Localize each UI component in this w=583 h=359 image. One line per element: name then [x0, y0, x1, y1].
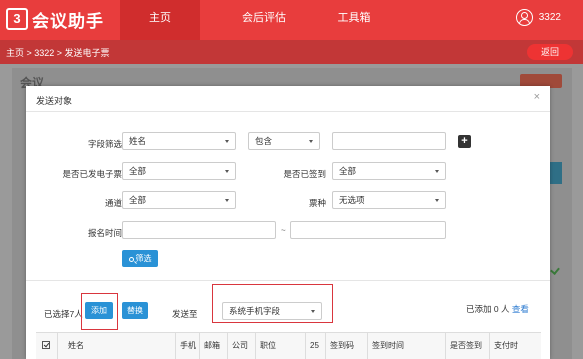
- chevron-down-icon: [225, 199, 229, 202]
- send-to-select[interactable]: 系统手机字段: [222, 302, 322, 320]
- operator-select-value: 包含: [255, 136, 273, 146]
- field-select[interactable]: 姓名: [122, 132, 236, 150]
- top-app-bar: 3 会议助手 主页 会后评估 工具箱 3322: [0, 0, 583, 40]
- column-header-checkin-code[interactable]: 签到码: [326, 333, 368, 359]
- back-button[interactable]: 返回: [527, 44, 573, 60]
- sent-ticket-select[interactable]: 全部: [122, 162, 236, 180]
- operator-select[interactable]: 包含: [248, 132, 320, 150]
- background-check-icon: [550, 265, 560, 275]
- chevron-down-icon: [311, 310, 315, 313]
- reg-time-end-input[interactable]: [290, 221, 446, 239]
- reg-time-label: 报名时间: [87, 228, 122, 238]
- nav-item-evaluation[interactable]: 会后评估: [224, 0, 304, 40]
- ticket-type-value: 无选项: [339, 195, 365, 205]
- checkbox-icon: [42, 341, 50, 349]
- column-header-email[interactable]: 邮箱: [200, 333, 228, 359]
- ticket-type-label: 票种: [308, 198, 326, 208]
- field-select-value: 姓名: [129, 136, 147, 146]
- column-header-25[interactable]: 25: [306, 333, 326, 359]
- app-logo[interactable]: 3 会议助手: [6, 8, 104, 31]
- replace-button[interactable]: 替换: [122, 302, 148, 319]
- user-name: 3322: [538, 12, 561, 23]
- signed-in-select[interactable]: 全部: [332, 162, 446, 180]
- filter-button[interactable]: 筛选: [122, 250, 158, 267]
- signed-in-value: 全部: [339, 166, 357, 176]
- close-icon[interactable]: ×: [534, 91, 540, 103]
- ticket-type-select[interactable]: 无选项: [332, 191, 446, 209]
- field-filter-label: 字段筛选: [87, 139, 122, 149]
- send-to-label: 发送至: [172, 309, 198, 319]
- breadcrumb[interactable]: 主页 > 3322 > 发送电子票: [6, 46, 110, 59]
- chevron-down-icon: [435, 170, 439, 173]
- column-header-phone[interactable]: 手机: [176, 333, 200, 359]
- nav-item-toolbox[interactable]: 工具箱: [314, 0, 394, 40]
- nav-item-home[interactable]: 主页: [120, 0, 200, 40]
- user-menu[interactable]: 3322: [515, 9, 561, 26]
- reg-time-start-input[interactable]: [122, 221, 276, 239]
- modal-header: 发送对象 ×: [26, 86, 550, 112]
- chevron-down-icon: [435, 199, 439, 202]
- logo-text: 会议助手: [32, 11, 104, 31]
- logo-mark-icon: 3: [6, 8, 28, 30]
- sent-ticket-label: 是否已发电子票: [62, 169, 122, 179]
- recipients-table-header: 姓名 手机 邮箱 公司 职位 25 签到码 签到时间 是否签到 支付时: [36, 332, 541, 359]
- user-avatar-icon: [515, 9, 533, 26]
- sent-ticket-value: 全部: [129, 166, 147, 176]
- select-all-checkbox[interactable]: [36, 333, 58, 359]
- channel-select[interactable]: 全部: [122, 191, 236, 209]
- add-condition-plus-icon[interactable]: +: [458, 135, 471, 148]
- added-count: 已添加 0 人: [466, 304, 510, 314]
- send-target-modal: 发送对象 × 字段筛选 姓名 包含 + 是否已发电子票 全部 是否已签到 全部 …: [26, 86, 550, 359]
- chevron-down-icon: [309, 140, 313, 143]
- search-icon: [128, 257, 134, 262]
- reg-time-separator: ~: [281, 226, 286, 235]
- main-nav: 主页 会后评估 工具箱: [120, 0, 394, 40]
- breadcrumb-bar: 主页 > 3322 > 发送电子票 返回: [0, 40, 583, 64]
- filter-button-label: 筛选: [135, 254, 152, 263]
- selected-count: 已选择7人: [44, 309, 83, 319]
- signed-in-label: 是否已签到: [283, 169, 326, 179]
- chevron-down-icon: [225, 170, 229, 173]
- column-header-signed-in[interactable]: 是否签到: [446, 333, 490, 359]
- section-divider: [26, 280, 550, 281]
- chevron-down-icon: [225, 140, 229, 143]
- column-header-payment-time[interactable]: 支付时: [490, 333, 541, 359]
- field-value-input[interactable]: [332, 132, 446, 150]
- column-header-checkin-time[interactable]: 签到时间: [368, 333, 446, 359]
- channel-label: 通道: [104, 198, 122, 208]
- column-header-position[interactable]: 职位: [256, 333, 306, 359]
- send-to-value: 系统手机字段: [229, 306, 281, 316]
- column-header-company[interactable]: 公司: [228, 333, 256, 359]
- view-link[interactable]: 查看: [512, 304, 529, 314]
- background-teal-block: [548, 162, 562, 184]
- channel-value: 全部: [129, 195, 147, 205]
- added-status: 已添加 0 人 查看: [466, 303, 529, 315]
- add-button[interactable]: 添加: [85, 302, 113, 319]
- column-header-name[interactable]: 姓名: [58, 333, 176, 359]
- modal-title: 发送对象: [36, 96, 73, 106]
